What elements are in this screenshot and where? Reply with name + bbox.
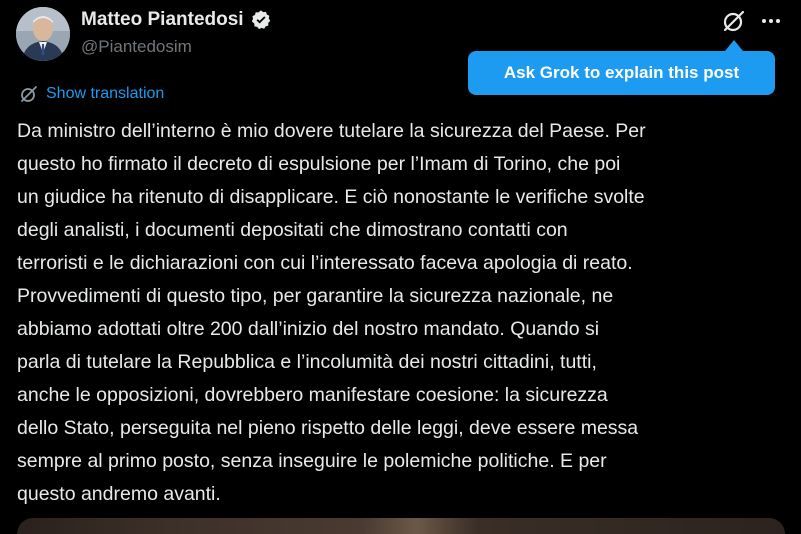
tooltip-arrow [725, 40, 743, 51]
grok-icon [21, 86, 37, 102]
ask-grok-tooltip[interactable]: Ask Grok to explain this post [468, 51, 775, 95]
post-text-line: un giudice ha ritenuto di disapplicare. … [17, 186, 645, 208]
post-text-line: questo ho firmato il decreto di espulsio… [17, 153, 621, 175]
show-translation-label[interactable]: Show translation [46, 85, 164, 103]
author-name[interactable]: Matteo Piantedosi [81, 9, 244, 31]
avatar[interactable] [16, 7, 70, 61]
show-translation-link[interactable]: Show translation [19, 84, 164, 104]
ellipsis-icon[interactable] [758, 8, 784, 34]
post-text-line: Provvedimenti di questo tipo, per garant… [17, 285, 614, 307]
post-media[interactable] [17, 518, 785, 534]
profile-photo [16, 7, 70, 61]
post-text-line: Da ministro dell’interno è mio dovere tu… [17, 120, 646, 142]
post-text-line: anche le opposizioni, dovrebbero manifes… [17, 384, 608, 406]
post-text-line: parla di tutelare la Repubblica e l’inco… [17, 351, 597, 373]
author-handle[interactable]: @Piantedosim [81, 37, 192, 57]
post-text-line: degli analisti, i documenti depositati c… [17, 219, 568, 241]
grok-icon[interactable] [721, 8, 747, 34]
post-text-line: questo andremo avanti. [17, 483, 221, 505]
post-text-line: terroristi e le dichiarazioni con cui l’… [17, 252, 633, 274]
post-text-line: sempre al primo posto, senza inseguire l… [17, 450, 607, 472]
post-text-line: dello Stato, perseguita nel pieno rispet… [17, 417, 639, 439]
author-name-row[interactable]: Matteo Piantedosi [81, 9, 272, 31]
post-text: Da ministro dell’interno è mio dovere tu… [17, 115, 797, 511]
verified-badge-icon [251, 10, 270, 30]
post-text-line: abbiamo adottati oltre 200 dall’inizio d… [17, 318, 600, 340]
